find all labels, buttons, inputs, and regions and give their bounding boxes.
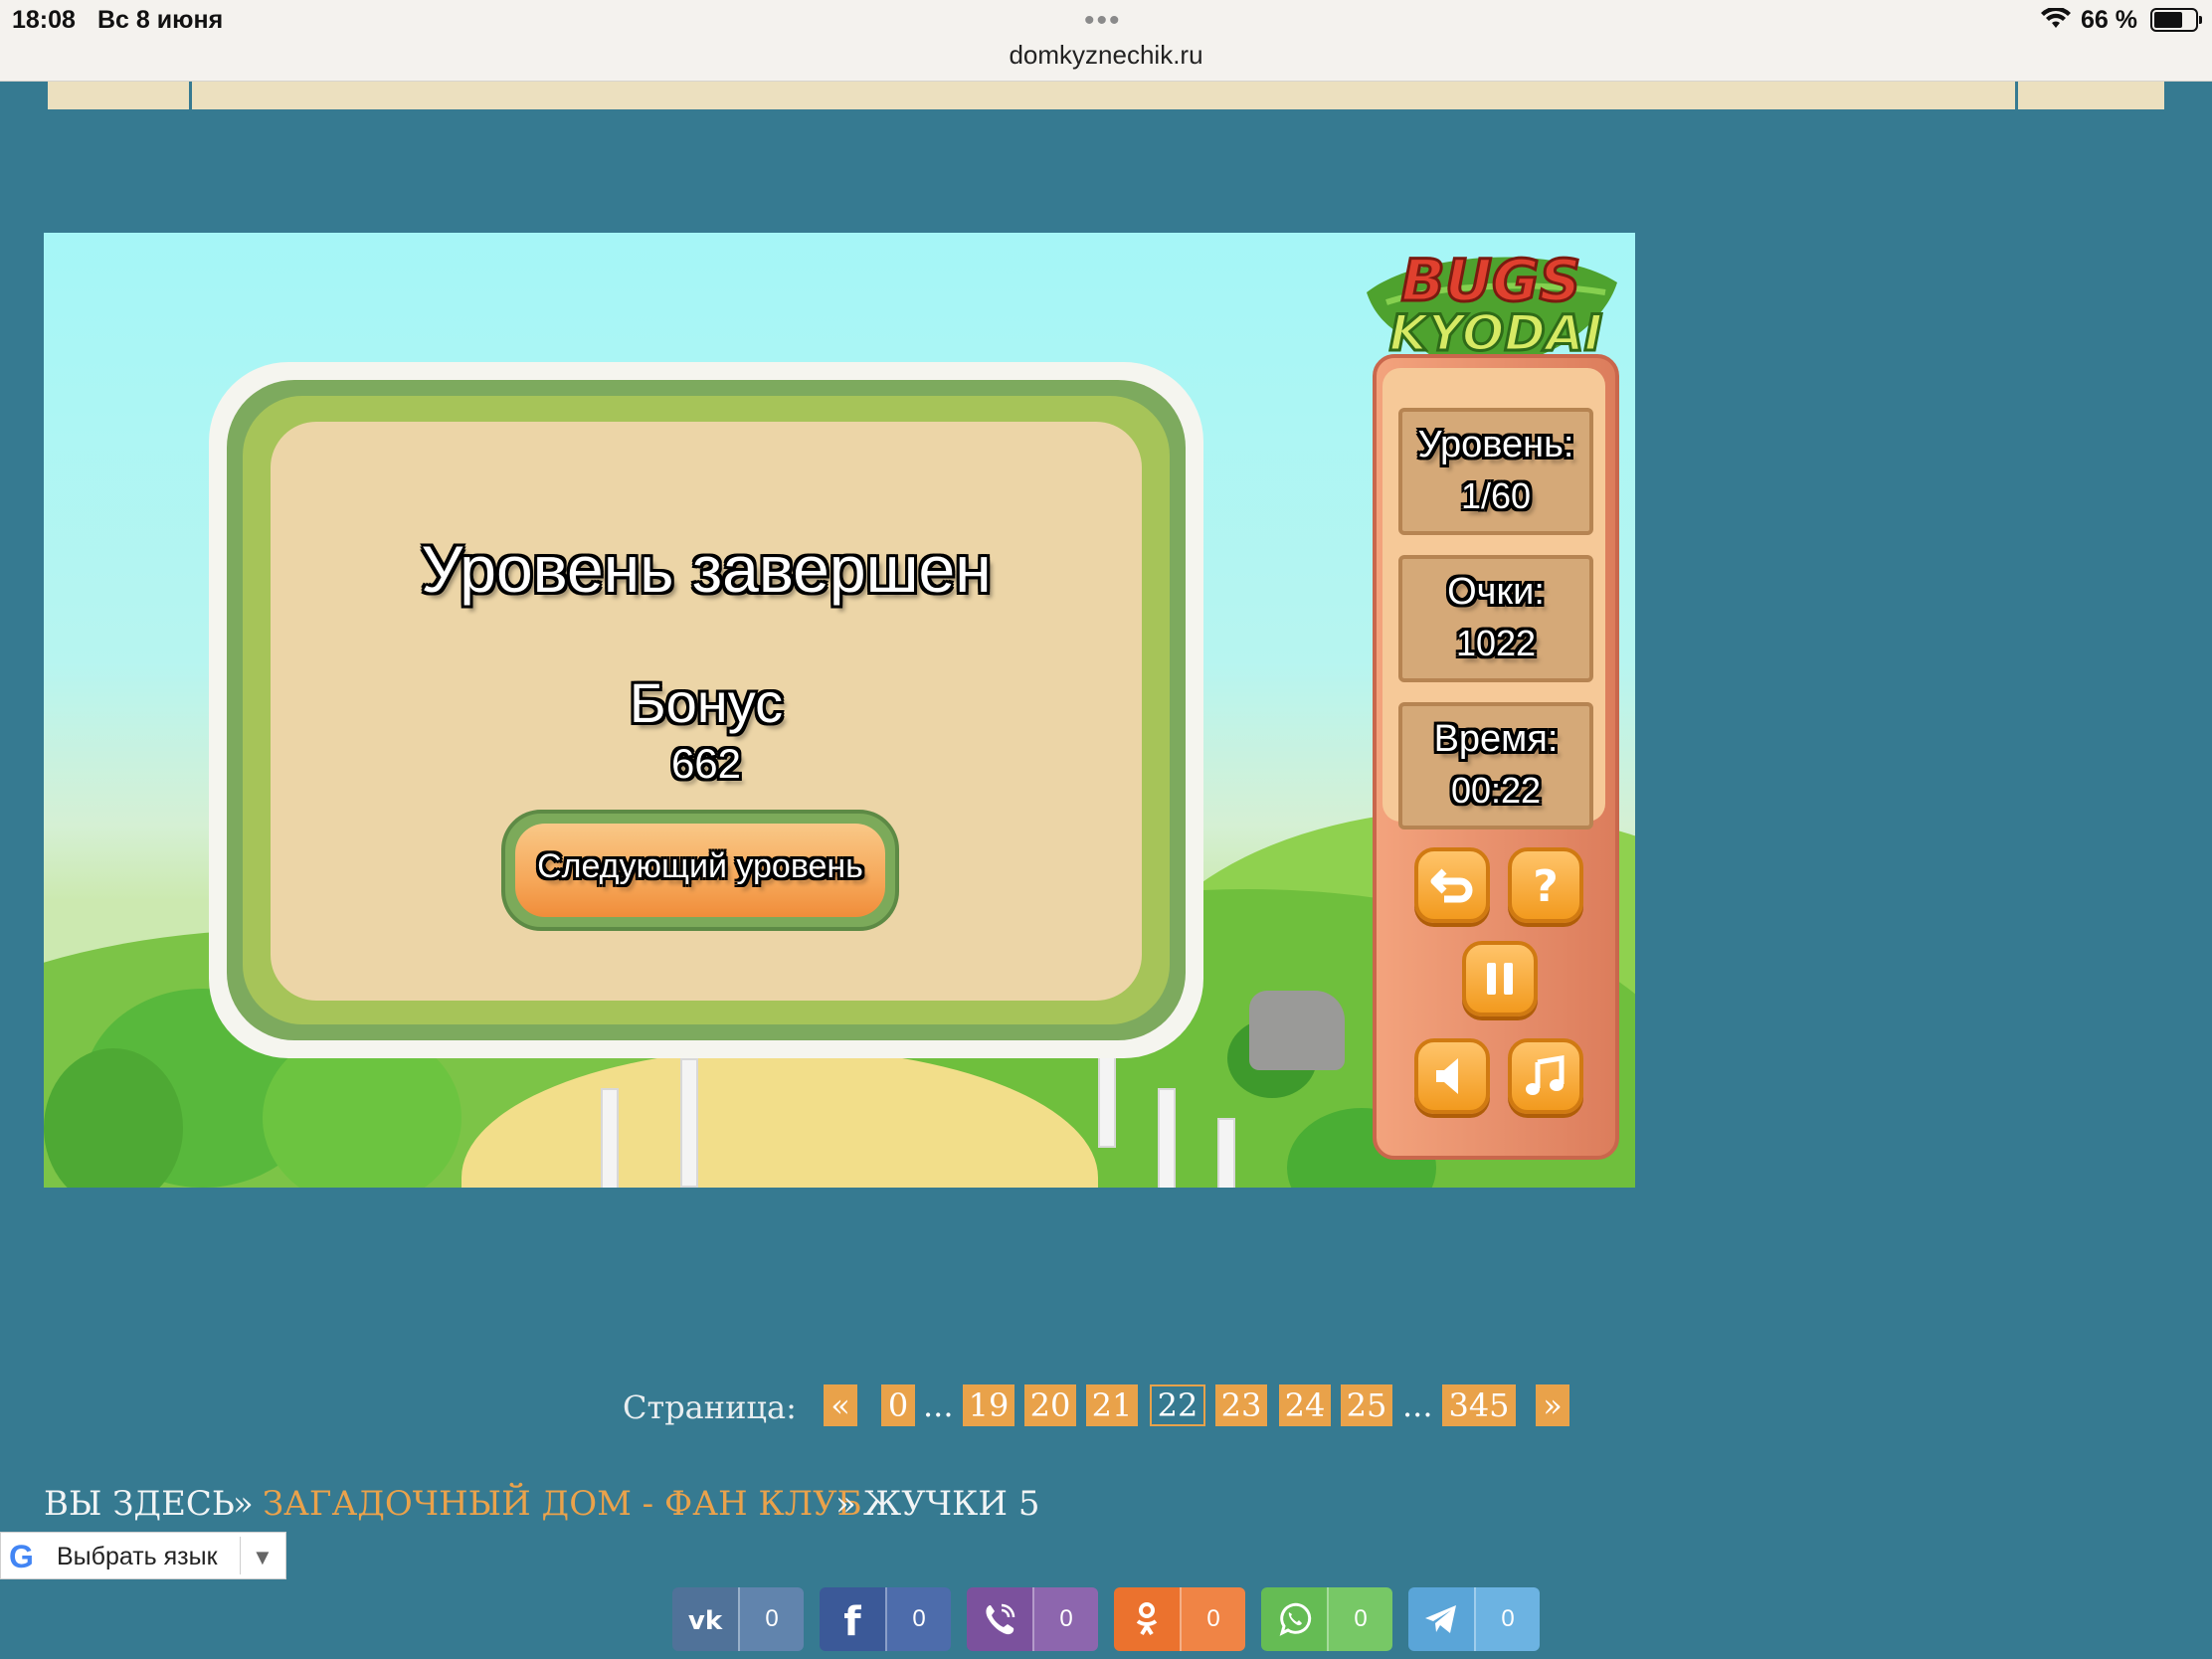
share-facebook-button[interactable]: f 0 bbox=[820, 1587, 951, 1651]
share-odnoklassniki-button[interactable]: 0 bbox=[1114, 1587, 1245, 1651]
level-label: Уровень: bbox=[1417, 424, 1574, 465]
language-selector[interactable]: G Выбрать язык ▼ bbox=[0, 1532, 286, 1579]
bonus-value: 662 bbox=[670, 740, 742, 787]
bonus-label: Бонус bbox=[629, 671, 784, 734]
score-stat: Очки: 1022 bbox=[1398, 555, 1593, 682]
share-count: 0 bbox=[1474, 1587, 1540, 1651]
share-viber-button[interactable]: 0 bbox=[967, 1587, 1098, 1651]
share-count: 0 bbox=[1032, 1587, 1098, 1651]
breadcrumb-section-link[interactable]: ЗАГАДОЧНЫЙ ДОМ - ФАН КЛУБ bbox=[263, 1484, 862, 1524]
pager-next[interactable]: » bbox=[1536, 1384, 1569, 1426]
next-level-button[interactable]: Следующий уровень bbox=[501, 810, 899, 931]
pager-page-last[interactable]: 345 bbox=[1442, 1384, 1516, 1426]
breadcrumb-separator: » bbox=[233, 1484, 254, 1524]
time-label: Время: bbox=[1433, 718, 1559, 760]
pager-page-current: 22 bbox=[1150, 1384, 1205, 1426]
next-level-label: Следующий уровень bbox=[537, 847, 863, 885]
share-whatsapp-button[interactable]: 0 bbox=[1261, 1587, 1392, 1651]
address-bar[interactable]: domkyznechik.ru bbox=[0, 40, 2212, 71]
pager-page[interactable]: 19 bbox=[963, 1384, 1014, 1426]
game-canvas[interactable]: Уровень завершен Бонус 662 Следующий уро… bbox=[44, 233, 1635, 1188]
pager-label: Страница: bbox=[623, 1388, 797, 1426]
svg-text:vk: vk bbox=[688, 1606, 723, 1636]
share-count: 0 bbox=[1327, 1587, 1392, 1651]
level-value: 1/60 bbox=[1460, 475, 1532, 516]
pager-page[interactable]: 21 bbox=[1086, 1384, 1138, 1426]
background-fence bbox=[1217, 1118, 1235, 1188]
share-vk-button[interactable]: vk 0 bbox=[672, 1587, 804, 1651]
wifi-icon bbox=[2041, 8, 2071, 28]
background-fence bbox=[601, 1088, 619, 1188]
background-rock bbox=[1249, 991, 1345, 1070]
music-icon bbox=[1526, 1055, 1565, 1095]
battery-icon bbox=[2150, 8, 2202, 32]
chevron-down-icon: ▼ bbox=[252, 1545, 274, 1569]
time-stat: Время: 00:22 bbox=[1398, 702, 1593, 830]
pager-page[interactable]: 24 bbox=[1279, 1384, 1331, 1426]
pager-page[interactable]: 23 bbox=[1215, 1384, 1267, 1426]
pager-page-first[interactable]: 0 bbox=[881, 1384, 915, 1426]
breadcrumb-separator: » bbox=[835, 1484, 856, 1524]
score-value: 1022 bbox=[1455, 623, 1537, 663]
pager-prev[interactable]: « bbox=[824, 1384, 857, 1426]
odnoklassniki-icon bbox=[1136, 1602, 1158, 1636]
svg-text:f: f bbox=[843, 1599, 861, 1639]
music-button[interactable] bbox=[1508, 1038, 1583, 1114]
share-telegram-button[interactable]: 0 bbox=[1408, 1587, 1540, 1651]
viber-icon bbox=[986, 1603, 1015, 1635]
google-logo-icon: G bbox=[9, 1539, 34, 1574]
svg-text:?: ? bbox=[1533, 863, 1559, 907]
clock: 18:08 bbox=[12, 6, 76, 34]
battery-percent: 66 % bbox=[2081, 6, 2137, 34]
undo-icon bbox=[1430, 868, 1473, 903]
pager-ellipsis: ... bbox=[923, 1386, 954, 1424]
background-fence bbox=[1158, 1088, 1176, 1188]
level-stat: Уровень: 1/60 bbox=[1398, 408, 1593, 535]
sound-button[interactable] bbox=[1414, 1038, 1490, 1114]
score-label: Очки: bbox=[1447, 571, 1545, 613]
undo-button[interactable] bbox=[1414, 847, 1490, 923]
site-top-menu-strip bbox=[48, 82, 2164, 109]
breadcrumb-current: ЖУЧКИ 5 bbox=[863, 1484, 1040, 1524]
pager-ellipsis: ... bbox=[1402, 1386, 1433, 1424]
breadcrumb-home: ВЫ ЗДЕСЬ bbox=[44, 1484, 235, 1524]
vk-icon: vk bbox=[688, 1606, 723, 1636]
sound-icon bbox=[1436, 1058, 1458, 1094]
help-icon: ? bbox=[1533, 863, 1559, 907]
more-dots-icon[interactable]: ••• bbox=[1084, 4, 1122, 38]
share-count: 0 bbox=[738, 1587, 804, 1651]
background-fence bbox=[1098, 1048, 1116, 1148]
language-selector-label: Выбрать язык bbox=[57, 1543, 218, 1570]
telegram-icon bbox=[1425, 1605, 1456, 1633]
pause-icon bbox=[1487, 963, 1513, 995]
facebook-icon: f bbox=[843, 1599, 861, 1639]
share-count: 0 bbox=[885, 1587, 951, 1651]
pager-page[interactable]: 20 bbox=[1024, 1384, 1076, 1426]
browser-status-bar: 18:08 Вс 8 июня ••• domkyznechik.ru 66 % bbox=[0, 0, 2212, 82]
pager-page[interactable]: 25 bbox=[1341, 1384, 1392, 1426]
whatsapp-icon bbox=[1279, 1602, 1312, 1636]
share-count: 0 bbox=[1180, 1587, 1245, 1651]
pause-button[interactable] bbox=[1462, 941, 1538, 1016]
help-button[interactable]: ? bbox=[1508, 847, 1583, 923]
dialog-title: Уровень завершен bbox=[421, 532, 992, 606]
date: Вс 8 июня bbox=[97, 6, 224, 34]
background-fence bbox=[680, 1058, 698, 1188]
time-value: 00:22 bbox=[1450, 770, 1542, 811]
